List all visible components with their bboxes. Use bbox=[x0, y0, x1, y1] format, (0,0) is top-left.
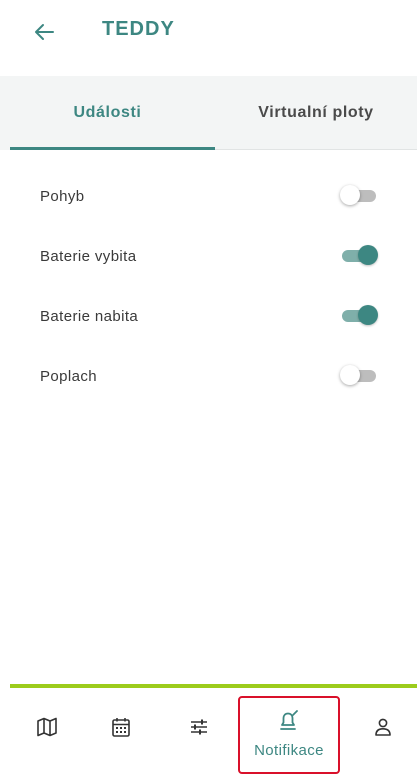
toggle-knob bbox=[340, 185, 360, 205]
page-title: TEDDY bbox=[102, 18, 175, 40]
bottom-navigation: Notifikace bbox=[0, 688, 417, 775]
setting-row-pohyb: Pohyb bbox=[0, 166, 417, 226]
toggle-knob bbox=[358, 245, 378, 265]
nav-map-button[interactable] bbox=[32, 712, 62, 742]
nav-calendar-button[interactable] bbox=[106, 712, 136, 742]
setting-row-baterie-vybita: Baterie vybita bbox=[0, 226, 417, 286]
bell-edit-icon bbox=[280, 710, 298, 730]
tab-divider bbox=[215, 149, 417, 150]
nav-notifications-label: Notifikace bbox=[254, 742, 324, 759]
toggle-knob bbox=[340, 365, 360, 385]
toggle-poplach[interactable] bbox=[340, 365, 378, 387]
arrow-left-icon bbox=[35, 24, 54, 40]
notification-settings-list: Pohyb Baterie vybita Baterie nabita Popl… bbox=[0, 166, 417, 406]
toggle-knob bbox=[358, 305, 378, 325]
tab-bar: Události Virtualní ploty bbox=[0, 76, 417, 150]
sliders-icon bbox=[191, 719, 207, 735]
nav-notifications-button[interactable]: Notifikace bbox=[238, 696, 340, 774]
tab-virtualni-ploty[interactable]: Virtualní ploty bbox=[215, 76, 417, 150]
person-icon bbox=[375, 718, 391, 736]
tab-udalosti[interactable]: Události bbox=[0, 76, 215, 150]
app-header: TEDDY bbox=[0, 0, 417, 66]
setting-label: Baterie nabita bbox=[40, 307, 139, 325]
setting-label: Pohyb bbox=[40, 187, 85, 205]
calendar-icon bbox=[112, 718, 130, 737]
toggle-pohyb[interactable] bbox=[340, 185, 378, 207]
setting-label: Poplach bbox=[40, 367, 98, 385]
map-icon bbox=[37, 717, 57, 737]
nav-settings-button[interactable] bbox=[184, 712, 214, 742]
setting-label: Baterie vybita bbox=[40, 247, 137, 265]
back-button[interactable] bbox=[24, 14, 64, 50]
toggle-baterie-nabita[interactable] bbox=[340, 305, 378, 327]
toggle-baterie-vybita[interactable] bbox=[340, 245, 378, 267]
setting-row-poplach: Poplach bbox=[0, 346, 417, 406]
nav-profile-button[interactable] bbox=[368, 712, 398, 742]
setting-row-baterie-nabita: Baterie nabita bbox=[0, 286, 417, 346]
